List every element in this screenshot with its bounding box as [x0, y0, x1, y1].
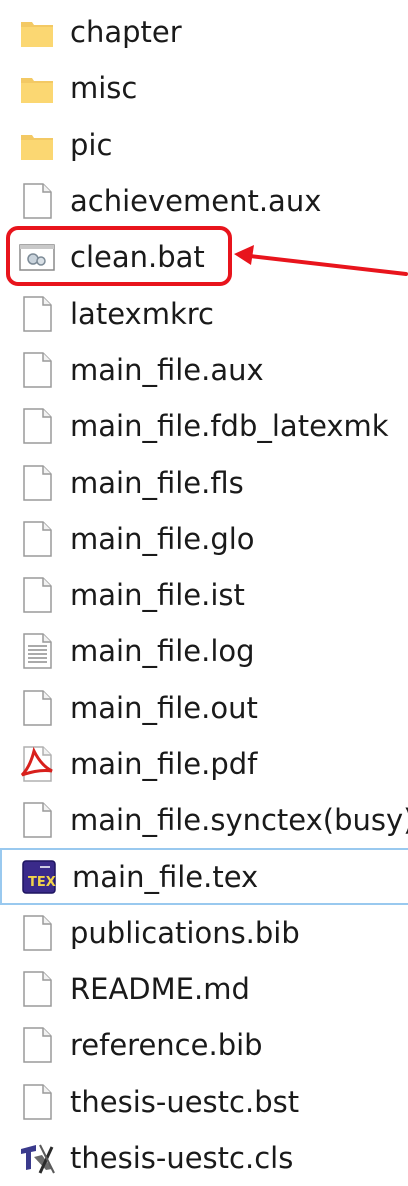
file-name: main_file.fdb_latexmk: [70, 409, 389, 444]
file-name: main_file.fls: [70, 465, 244, 500]
file-name: main_file.pdf: [70, 747, 258, 781]
tex-cls-icon: [21, 1144, 55, 1174]
file-row[interactable]: thesis-uestc.cls: [0, 1130, 408, 1186]
folder-icon: [21, 78, 53, 104]
file-name: pic: [70, 127, 113, 162]
folder-icon: [21, 22, 53, 48]
file-icon: [23, 464, 52, 501]
file-icon: [23, 183, 52, 219]
file-row[interactable]: main_file.synctex(busy): [0, 792, 408, 848]
file-name: misc: [70, 71, 138, 106]
file-name: reference.bib: [70, 1028, 263, 1063]
file-row[interactable]: main_file.aux: [0, 342, 408, 398]
file-row[interactable]: latexmkrc: [0, 285, 408, 341]
file-name: thesis-uestc.cls: [70, 1141, 294, 1176]
file-name: achievement.aux: [70, 184, 322, 219]
file-name: main_file.out: [70, 690, 258, 725]
tex-icon: TEX: [22, 859, 56, 894]
file-row[interactable]: misc: [0, 60, 408, 116]
annotation-arrow-icon: [234, 245, 408, 276]
file-icon: [23, 1084, 52, 1120]
file-row-selected[interactable]: TEX main_file.tex: [0, 848, 408, 905]
file-row[interactable]: main_file.glo: [0, 511, 408, 567]
file-list: chapter misc pic achievement.aux clean.b…: [0, 4, 408, 1186]
file-row[interactable]: pic: [0, 117, 408, 173]
file-name: chapter: [70, 15, 182, 50]
svg-text:TEX: TEX: [28, 875, 56, 890]
file-name: README.md: [70, 972, 250, 1007]
file-name: main_file.log: [70, 634, 255, 669]
file-row[interactable]: README.md: [0, 961, 408, 1017]
file-row[interactable]: main_file.ist: [0, 567, 408, 623]
file-name: clean.bat: [70, 240, 205, 275]
batch-file-icon: [19, 244, 55, 272]
file-name: publications.bib: [70, 915, 300, 950]
file-icon: [23, 352, 52, 388]
file-icon: [23, 408, 52, 444]
file-name: thesis-uestc.bst: [70, 1084, 300, 1119]
file-icon: [23, 802, 52, 839]
folder-icon: [21, 134, 53, 160]
file-name: main_file.ist: [70, 578, 245, 613]
file-icon: [23, 1027, 52, 1064]
pdf-icon: [20, 746, 53, 782]
file-icon: [23, 521, 52, 557]
file-row[interactable]: main_file.out: [0, 680, 408, 736]
text-file-icon: [23, 633, 52, 670]
file-icon: [23, 577, 52, 613]
file-icon: [23, 295, 52, 332]
file-row[interactable]: achievement.aux: [0, 173, 408, 229]
file-row[interactable]: main_file.pdf: [0, 736, 408, 792]
file-icon: [23, 915, 52, 951]
file-row[interactable]: reference.bib: [0, 1017, 408, 1073]
file-icon: [23, 689, 52, 726]
file-row[interactable]: publications.bib: [0, 905, 408, 961]
file-name: main_file.tex: [72, 859, 259, 894]
file-row[interactable]: main_file.log: [0, 623, 408, 679]
file-name: main_file.aux: [70, 352, 264, 387]
file-row[interactable]: main_file.fdb_latexmk: [0, 398, 408, 454]
file-name: latexmkrc: [70, 296, 214, 331]
file-row[interactable]: main_file.fls: [0, 454, 408, 510]
file-row[interactable]: chapter: [0, 4, 408, 60]
file-row[interactable]: thesis-uestc.bst: [0, 1074, 408, 1130]
file-name: main_file.glo: [70, 521, 255, 556]
file-name: main_file.synctex(busy): [70, 803, 408, 838]
file-icon: [23, 971, 52, 1007]
